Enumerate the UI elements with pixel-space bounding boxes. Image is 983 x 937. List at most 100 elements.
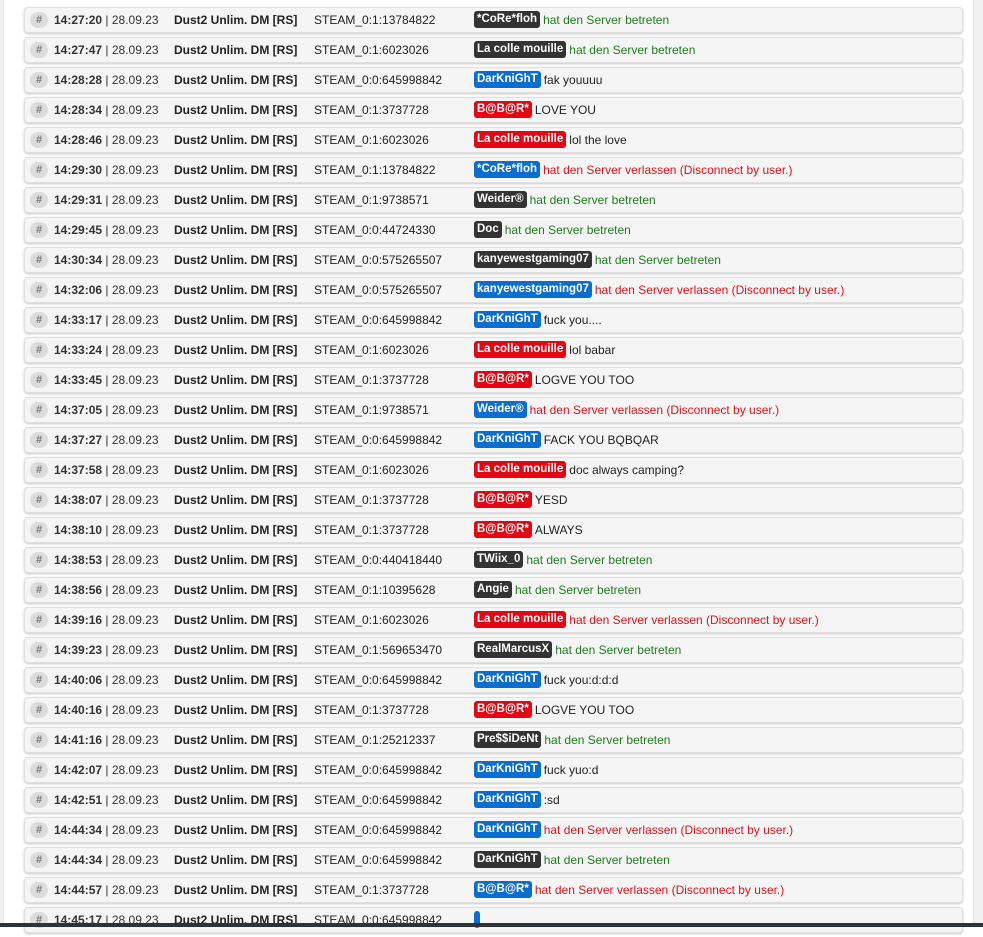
hash-icon[interactable]: # [30,132,48,148]
hash-icon[interactable]: # [30,192,48,208]
message-text: hat den Server betreten [544,733,671,747]
hash-icon[interactable]: # [30,222,48,238]
player-badge[interactable]: B@B@R* [474,371,532,388]
player-badge[interactable]: B@B@R* [474,521,532,538]
log-row: #14:29:45 | 28.09.23 Dust2 Unlim. DM [RS]… [24,217,963,243]
player-badge[interactable]: La colle mouille [474,41,567,58]
hash-icon[interactable]: # [30,882,48,898]
server-name: Dust2 Unlim. DM [RS] [174,283,298,297]
log-row: #14:33:45 | 28.09.23 Dust2 Unlim. DM [RS]… [24,367,963,393]
player-badge[interactable]: B@B@R* [474,491,532,508]
player-badge[interactable]: B@B@R* [474,701,532,718]
player-badge[interactable]: Pre$$iDeNt [474,731,542,748]
player-badge[interactable]: La colle mouille [474,131,567,148]
hash-icon[interactable]: # [30,492,48,508]
player-badge[interactable]: DarKniGhT [474,791,541,808]
player-badge[interactable]: DarKniGhT [474,761,541,778]
log-message: Weider® hat den Server verlassen (Disconn… [474,401,779,419]
log-time: 14:44:34 [54,853,103,867]
hash-icon[interactable]: # [30,552,48,568]
player-badge[interactable]: *CoRe*floh [474,161,541,178]
hash-icon[interactable]: # [30,402,48,418]
log-row: #14:37:58 | 28.09.23 Dust2 Unlim. DM [RS]… [24,457,963,483]
hash-icon[interactable]: # [30,762,48,778]
player-badge[interactable]: Angie [474,581,512,598]
hash-icon[interactable]: # [30,162,48,178]
hash-icon[interactable]: # [30,852,48,868]
log-message: B@B@R* YESD [474,491,568,509]
player-badge[interactable]: B@B@R* [474,881,532,898]
hash-icon[interactable]: # [30,42,48,58]
player-badge[interactable]: *CoRe*floh [474,11,541,28]
hash-icon[interactable]: # [30,522,48,538]
hash-icon[interactable]: # [30,672,48,688]
steam-id: STEAM_0:1:13784822 [314,163,436,177]
player-badge[interactable]: La colle mouille [474,461,567,478]
scrollbar-track[interactable] [973,0,983,927]
log-timestamp: 14:40:06 | 28.09.23 [54,673,159,687]
server-name: Dust2 Unlim. DM [RS] [174,583,298,597]
hash-icon[interactable]: # [30,822,48,838]
log-time: 14:37:27 [54,433,103,447]
hash-icon[interactable]: # [30,582,48,598]
server-name: Dust2 Unlim. DM [RS] [174,523,298,537]
hash-icon[interactable]: # [30,72,48,88]
hash-icon[interactable]: # [30,792,48,808]
hash-icon[interactable]: # [30,342,48,358]
player-badge[interactable]: kanyewestgaming07 [474,251,592,268]
player-badge[interactable]: DarKniGhT [474,821,541,838]
log-timestamp: 14:42:07 | 28.09.23 [54,763,159,777]
hash-icon[interactable]: # [30,312,48,328]
hash-icon[interactable]: # [30,702,48,718]
hash-icon[interactable]: # [30,252,48,268]
steam-id: STEAM_0:1:10395628 [314,583,436,597]
log-date: | 28.09.23 [105,673,159,687]
log-message: Doc hat den Server betreten [474,221,631,239]
log-date: | 28.09.23 [105,223,159,237]
hash-icon[interactable]: # [30,612,48,628]
log-timestamp: 14:32:06 | 28.09.23 [54,283,159,297]
player-badge[interactable]: B@B@R* [474,101,532,118]
hash-icon[interactable]: # [30,462,48,478]
player-badge[interactable]: Doc [474,221,502,238]
steam-id: STEAM_0:1:3737728 [314,703,429,717]
log-timestamp: 14:38:10 | 28.09.23 [54,523,159,537]
message-text: hat den Server betreten [594,253,721,267]
player-badge[interactable]: La colle mouille [474,611,567,628]
log-timestamp: 14:33:17 | 28.09.23 [54,313,159,327]
player-badge[interactable]: La colle mouille [474,341,567,358]
steam-id: STEAM_0:1:3737728 [314,523,429,537]
hash-icon[interactable]: # [30,102,48,118]
player-badge[interactable]: DarKniGhT [474,851,541,868]
player-badge[interactable]: kanyewestgaming07 [474,281,592,298]
player-badge[interactable]: DarKniGhT [474,71,541,88]
log-date: | 28.09.23 [105,793,159,807]
steam-id: STEAM_0:0:44724330 [314,223,436,237]
player-badge[interactable]: TWiix_0 [474,551,524,568]
hash-icon[interactable]: # [30,12,48,28]
steam-id: STEAM_0:0:575265507 [314,253,443,267]
hash-icon[interactable]: # [30,642,48,658]
server-name: Dust2 Unlim. DM [RS] [174,433,298,447]
server-name: Dust2 Unlim. DM [RS] [174,613,298,627]
hash-icon[interactable]: # [30,282,48,298]
player-badge[interactable]: Weider® [474,401,527,418]
log-timestamp: 14:38:56 | 28.09.23 [54,583,159,597]
steam-id: STEAM_0:0:645998842 [314,763,443,777]
log-date: | 28.09.23 [105,163,159,177]
player-badge[interactable]: RealMarcusX [474,641,553,658]
player-badge[interactable]: Weider® [474,191,527,208]
player-badge[interactable]: DarKniGhT [474,431,541,448]
steam-id: STEAM_0:0:575265507 [314,283,443,297]
log-date: | 28.09.23 [105,403,159,417]
server-name: Dust2 Unlim. DM [RS] [174,883,298,897]
server-name: Dust2 Unlim. DM [RS] [174,103,298,117]
hash-icon[interactable]: # [30,432,48,448]
log-message: La colle mouille hat den Server betreten [474,41,695,59]
log-timestamp: 14:37:05 | 28.09.23 [54,403,159,417]
player-badge[interactable]: DarKniGhT [474,671,541,688]
log-time: 14:40:16 [54,703,103,717]
player-badge[interactable]: DarKniGhT [474,311,541,328]
hash-icon[interactable]: # [30,372,48,388]
hash-icon[interactable]: # [30,732,48,748]
